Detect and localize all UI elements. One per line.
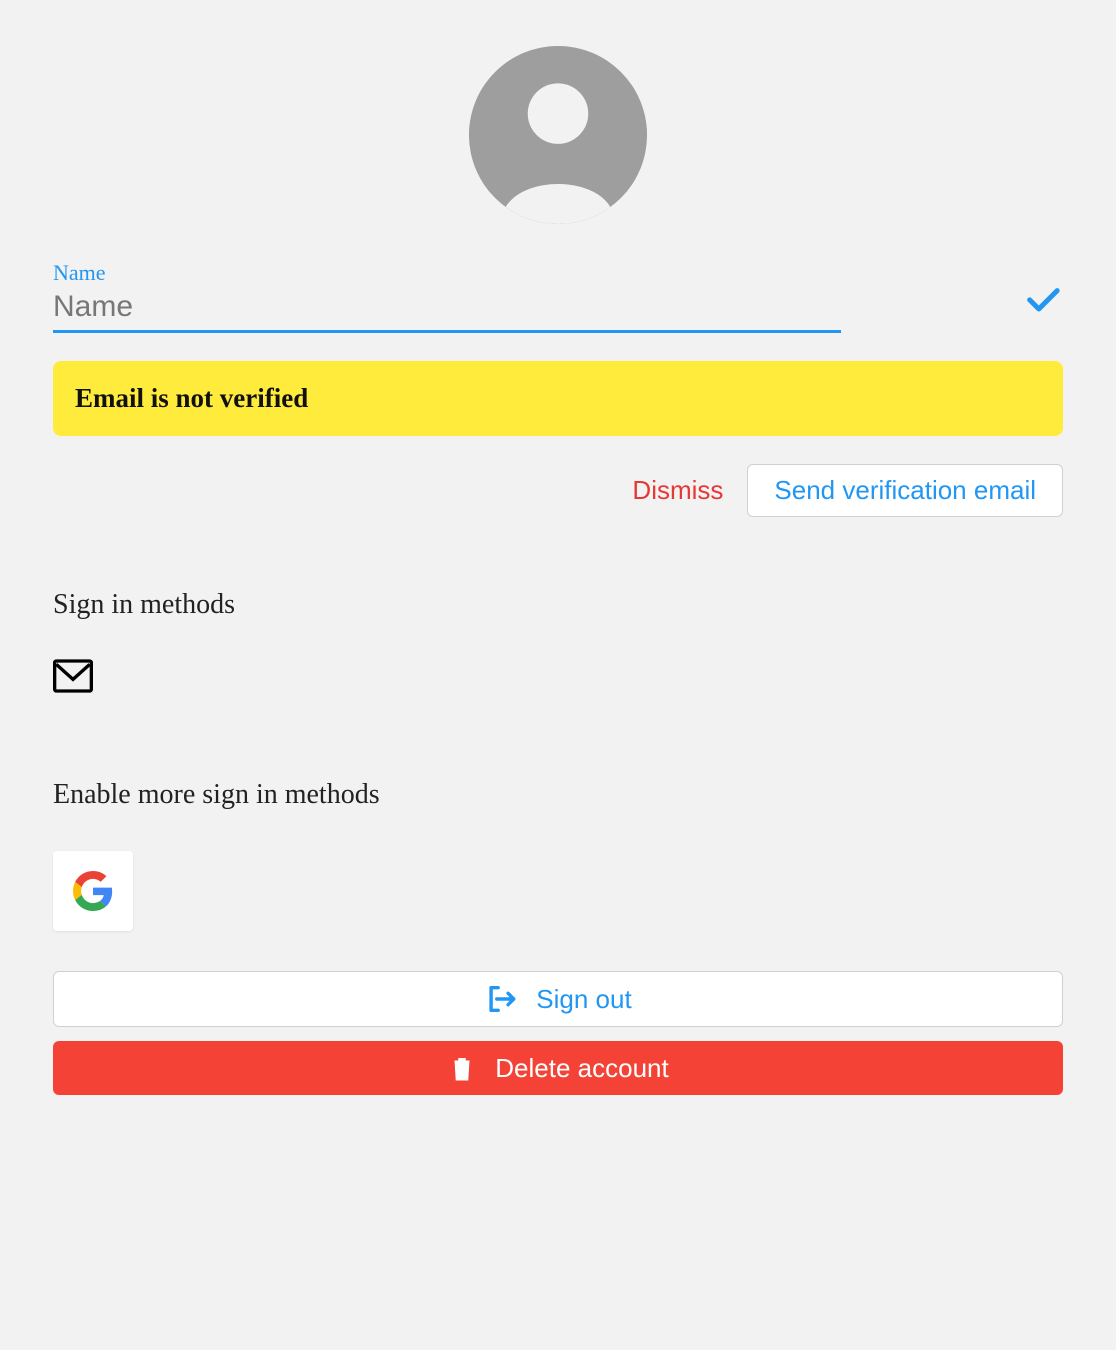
send-verification-button[interactable]: Send verification email (747, 464, 1063, 517)
enable-methods-title: Enable more sign in methods (53, 779, 1063, 811)
dismiss-button[interactable]: Dismiss (628, 467, 727, 514)
trash-icon (447, 1051, 477, 1085)
check-icon (1023, 279, 1063, 319)
confirm-name-button[interactable] (1023, 279, 1063, 319)
sign-out-label: Sign out (536, 984, 631, 1015)
sign-out-button[interactable]: Sign out (53, 971, 1063, 1027)
avatar[interactable] (469, 46, 647, 224)
name-input[interactable] (53, 288, 841, 333)
signin-methods-title: Sign in methods (53, 589, 1063, 621)
email-unverified-banner: Email is not verified (53, 361, 1063, 436)
delete-account-button[interactable]: Delete account (53, 1041, 1063, 1095)
sign-out-icon (484, 982, 518, 1016)
banner-text: Email is not verified (75, 383, 308, 413)
delete-account-label: Delete account (495, 1053, 668, 1084)
name-label: Name (53, 260, 841, 286)
person-icon (469, 46, 647, 224)
google-signin-tile[interactable] (53, 851, 133, 931)
email-icon[interactable] (53, 659, 1063, 693)
google-icon (73, 871, 113, 911)
